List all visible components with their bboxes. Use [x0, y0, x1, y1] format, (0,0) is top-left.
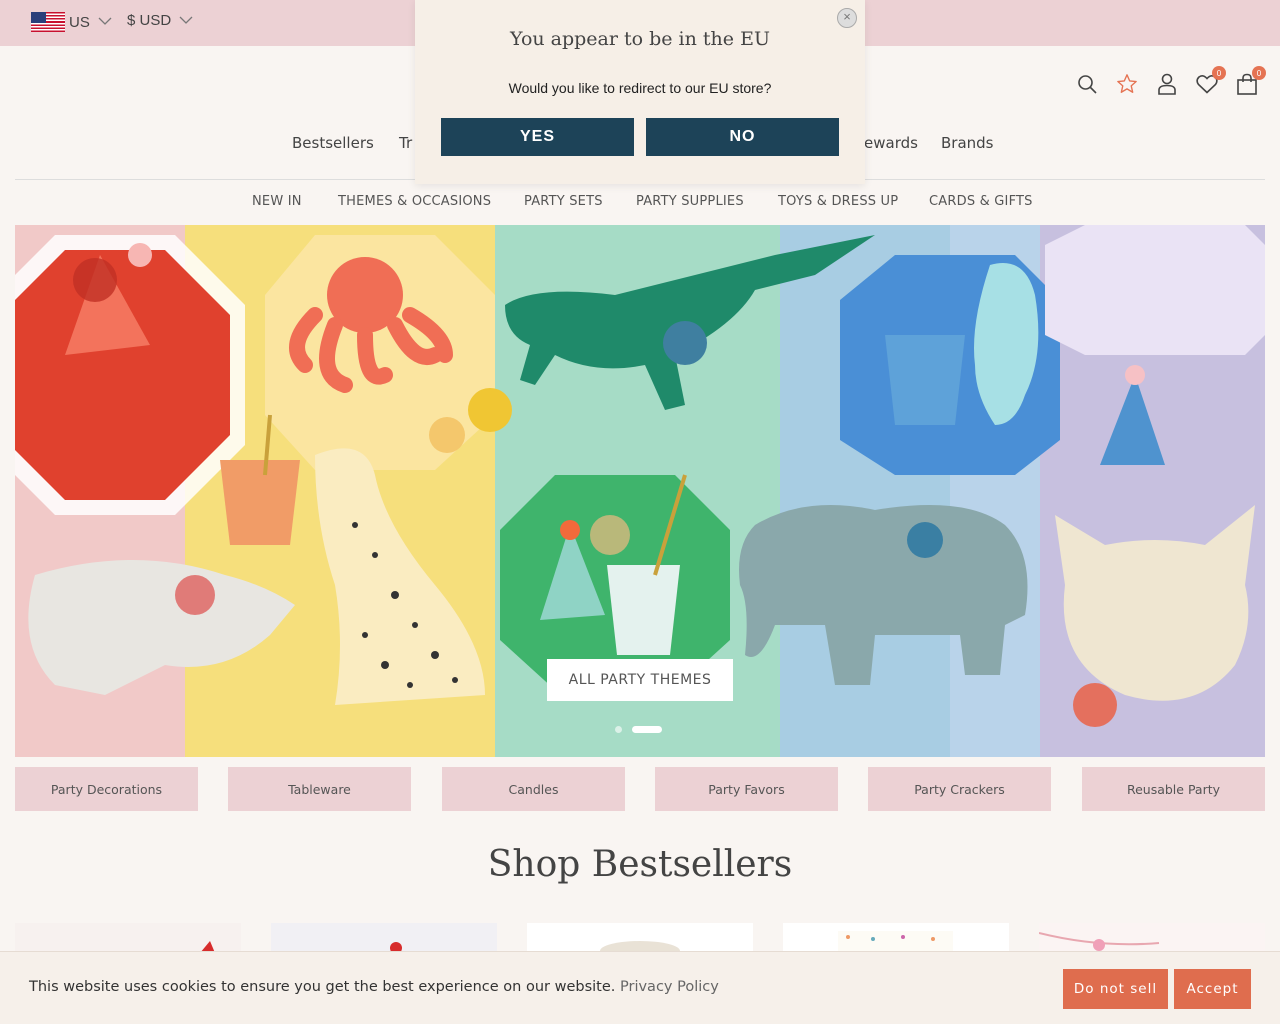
user-icon[interactable] [1156, 72, 1178, 96]
tile-tableware[interactable]: Tableware [228, 767, 411, 811]
nav-brands[interactable]: Brands [941, 134, 994, 152]
wishlist-count-badge: 0 [1212, 66, 1226, 80]
currency-label: $ USD [127, 12, 172, 29]
tile-party-crackers[interactable]: Party Crackers [868, 767, 1051, 811]
privacy-policy-link[interactable]: Privacy Policy [620, 979, 719, 995]
product-card[interactable] [15, 923, 241, 953]
product-image [271, 923, 497, 953]
product-card[interactable] [1039, 923, 1265, 953]
cart-bag-icon[interactable]: 0 [1236, 66, 1266, 96]
cat-themes-occasions[interactable]: THEMES & OCCASIONS [338, 194, 491, 209]
carousel-dot-2-active[interactable] [632, 726, 662, 733]
currency-selector[interactable]: $ USD [127, 12, 193, 29]
header-icons: 0 0 [1076, 66, 1266, 96]
cat-cards-gifts[interactable]: CARDS & GIFTS [929, 194, 1033, 209]
carousel-dot-1[interactable] [615, 726, 622, 733]
nav-rewards[interactable]: ewards [864, 134, 918, 152]
hero-banner[interactable]: ALL PARTY THEMES [15, 225, 1265, 757]
no-button[interactable]: NO [646, 118, 839, 156]
tile-candles[interactable]: Candles [442, 767, 625, 811]
country-selector[interactable]: US [31, 12, 112, 32]
category-tiles: Party Decorations Tableware Candles Part… [15, 767, 1265, 811]
tile-party-decorations[interactable]: Party Decorations [15, 767, 198, 811]
do-not-sell-button[interactable]: Do not sell [1063, 969, 1168, 1009]
wishlist-heart-icon[interactable]: 0 [1196, 66, 1226, 96]
star-icon[interactable] [1116, 72, 1138, 96]
search-icon[interactable] [1076, 72, 1098, 96]
eu-redirect-modal: × You appear to be in the EU Would you l… [415, 0, 865, 184]
cat-party-supplies[interactable]: PARTY SUPPLIES [636, 194, 744, 209]
product-card[interactable] [527, 923, 753, 953]
cookie-banner: This website uses cookies to ensure you … [0, 951, 1280, 1024]
chevron-down-icon [179, 15, 193, 27]
product-image [527, 923, 753, 953]
cookie-text: This website uses cookies to ensure you … [29, 979, 616, 995]
country-label: US [69, 13, 90, 31]
product-grid [15, 923, 1265, 953]
product-image [783, 923, 1009, 953]
carousel-dots [615, 726, 662, 733]
us-flag-icon [31, 12, 65, 32]
modal-message: Would you like to redirect to our EU sto… [508, 80, 772, 96]
tile-reusable-party[interactable]: Reusable Party [1082, 767, 1265, 811]
accept-cookies-button[interactable]: Accept [1174, 969, 1251, 1009]
product-card[interactable] [271, 923, 497, 953]
all-party-themes-button[interactable]: ALL PARTY THEMES [547, 659, 733, 701]
cat-toys-dress-up[interactable]: TOYS & DRESS UP [778, 194, 898, 209]
nav-bestsellers[interactable]: Bestsellers [292, 134, 374, 152]
product-card[interactable] [783, 923, 1009, 953]
cookie-message: This website uses cookies to ensure you … [29, 979, 719, 995]
product-image [15, 923, 241, 953]
nav-partial-item[interactable]: Tr [399, 134, 412, 152]
category-nav: NEW IN THEMES & OCCASIONS PARTY SETS PAR… [0, 194, 1280, 212]
product-image [1039, 923, 1265, 953]
cat-party-sets[interactable]: PARTY SETS [524, 194, 603, 209]
cat-new-in[interactable]: NEW IN [252, 194, 302, 209]
section-title: Shop Bestsellers [487, 844, 793, 885]
modal-title: You appear to be in the EU [510, 28, 770, 50]
tile-party-favors[interactable]: Party Favors [655, 767, 838, 811]
yes-button[interactable]: YES [441, 118, 634, 156]
cart-count-badge: 0 [1252, 66, 1266, 80]
chevron-down-icon [98, 16, 112, 28]
close-icon[interactable]: × [837, 8, 857, 28]
